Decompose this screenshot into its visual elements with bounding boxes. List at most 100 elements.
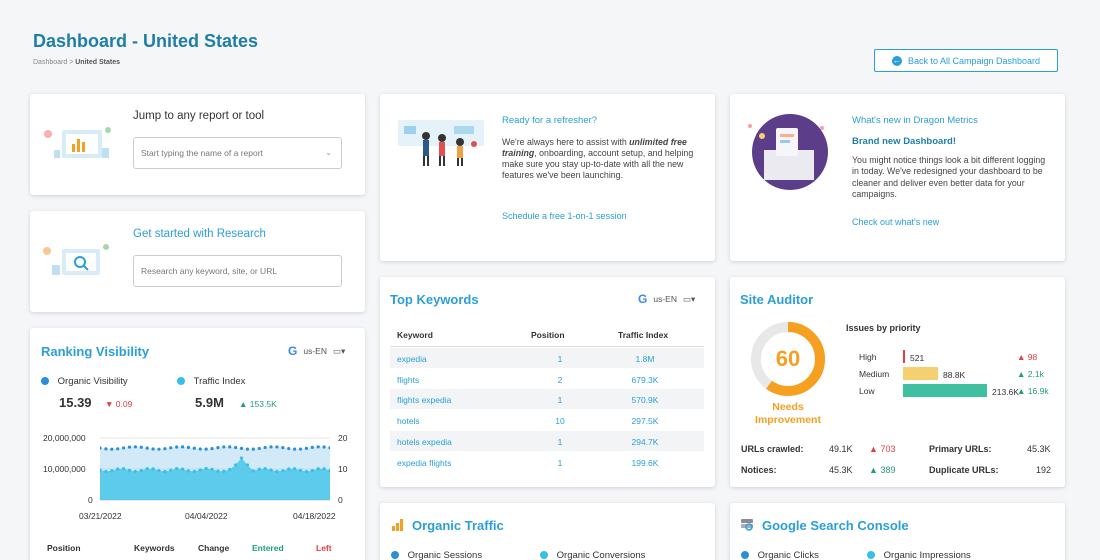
issue-label: Low	[859, 386, 875, 396]
series-point	[180, 467, 185, 471]
up-arrow-icon: ▲	[1017, 386, 1026, 396]
series-point	[322, 467, 326, 471]
table-row[interactable]: expedia flights 1 199.6K	[390, 452, 704, 472]
col-position[interactable]: Position	[47, 543, 81, 553]
whats-new-body: You might notice things look a bit diffe…	[852, 155, 1046, 199]
series-point	[192, 446, 196, 450]
table-row[interactable]: flights 2 679.3K	[390, 369, 704, 389]
series-point	[198, 468, 202, 472]
conversions-dot-icon	[540, 551, 548, 560]
jump-title: Jump to any report or tool	[133, 110, 265, 122]
keyword-link[interactable]: hotels	[397, 416, 420, 426]
series-point	[275, 469, 279, 474]
research-input[interactable]: Research any keyword, site, or URL	[133, 255, 342, 287]
legend-traffic[interactable]: Traffic Index	[177, 376, 245, 387]
legend-organic-sessions[interactable]: Organic Sessions	[391, 550, 482, 560]
series-point	[275, 445, 279, 449]
breadcrumb: Dashboard > United States	[33, 59, 120, 66]
table-row[interactable]: flights expedia 1 570.9K	[390, 389, 704, 410]
table-row[interactable]: hotels expedia 1 294.7K	[390, 430, 704, 451]
schedule-session-link[interactable]: Schedule a free 1-on-1 session	[502, 211, 627, 221]
organic-value: 15.39	[59, 395, 92, 410]
clicks-dot-icon	[741, 551, 749, 560]
keyword-link[interactable]: expedia	[397, 354, 427, 364]
series-point	[281, 469, 285, 473]
arrow-left-icon: ←	[891, 55, 902, 66]
keyword-link[interactable]: flights	[397, 375, 419, 385]
research-title: Get started with Research	[133, 228, 266, 240]
up-arrow-icon: ▲	[1017, 369, 1026, 379]
report-illustration-icon	[44, 127, 111, 158]
down-arrow-icon: ▼	[105, 399, 114, 409]
y-right-tick: 20	[338, 433, 348, 443]
whats-new-link[interactable]: Check out what's new	[852, 217, 939, 227]
breadcrumb-separator: >	[69, 59, 74, 66]
issue-label: High	[859, 352, 877, 362]
gsc-card: Google Search Console Organic Clicks Org…	[730, 503, 1065, 560]
series-point	[293, 467, 297, 471]
series-point	[245, 463, 250, 467]
series-point	[210, 467, 214, 471]
series-point	[145, 446, 149, 450]
legend-organic-clicks[interactable]: Organic Clicks	[741, 550, 819, 560]
notices-change: ▲ 389	[869, 465, 896, 475]
keyword-link[interactable]: flights expedia	[397, 395, 451, 405]
table-row[interactable]: expedia 1 1.8M	[390, 348, 704, 368]
legend-organic[interactable]: Organic Visibility	[41, 376, 128, 387]
duplicate-urls-value: 192	[1036, 465, 1052, 475]
table-row[interactable]: hotels 10 297.5K	[390, 410, 704, 430]
series-point	[180, 445, 185, 449]
device-dropdown-icon: ▭▾	[332, 345, 346, 356]
series-point	[151, 467, 155, 471]
series-point	[175, 467, 179, 471]
series-point	[263, 466, 267, 471]
issue-change: ▲ 98	[1017, 352, 1038, 362]
col-change[interactable]: Change	[198, 543, 229, 553]
series-point	[263, 445, 267, 450]
series-point	[245, 447, 250, 451]
traffic-value: 5.9M	[195, 395, 224, 410]
keyword-traffic: 294.7K	[631, 436, 659, 447]
series-point	[222, 469, 226, 473]
up-arrow-icon: ▲	[239, 399, 248, 409]
keyword-position: 1	[557, 395, 563, 406]
col-left[interactable]: Left	[316, 543, 332, 553]
col-entered[interactable]: Entered	[252, 543, 284, 553]
site-auditor-title: Site Auditor	[740, 292, 814, 307]
series-point	[310, 468, 314, 473]
keyword-position: 2	[557, 374, 563, 385]
keyword-position: 1	[557, 354, 563, 364]
col-position[interactable]: Position	[531, 330, 565, 340]
issue-count: 521	[910, 353, 925, 363]
back-to-campaign-button[interactable]: ← Back to All Campaign Dashboard	[874, 49, 1058, 72]
series-point	[133, 469, 137, 474]
keyword-traffic: 1.8M	[635, 354, 655, 364]
col-keyword[interactable]: Keyword	[397, 330, 433, 340]
series-point	[228, 445, 232, 449]
urls-crawled-label: URLs crawled:	[741, 444, 804, 454]
series-point	[216, 469, 220, 473]
keyword-link[interactable]: expedia flights	[397, 458, 451, 468]
site-auditor-card: Site Auditor 60 Needs Improvement Issues…	[730, 277, 1065, 487]
issue-bar	[903, 350, 905, 363]
chevron-down-icon: ⌄	[325, 148, 332, 157]
series-point	[316, 445, 320, 449]
col-traffic-index[interactable]: Traffic Index	[618, 330, 668, 340]
series-point	[110, 469, 114, 473]
organic-traffic-card: Organic Traffic Organic Sessions Organic…	[380, 503, 715, 560]
keyword-link[interactable]: hotels expedia	[397, 437, 452, 447]
breadcrumb-root[interactable]: Dashboard	[33, 59, 67, 66]
series-point	[186, 445, 191, 449]
impressions-dot-icon	[867, 551, 875, 560]
locale-selector[interactable]: G us-EN ▭▾	[638, 292, 695, 306]
report-search-select[interactable]: Start typing the name of a report ⌄	[133, 137, 342, 169]
series-point	[192, 469, 196, 473]
refresher-title: Ready for a refresher?	[502, 115, 598, 126]
col-keywords[interactable]: Keywords	[134, 543, 175, 553]
legend-organic-conversions[interactable]: Organic Conversions	[540, 550, 645, 560]
series-point	[298, 468, 303, 472]
up-arrow-icon: ▲	[1017, 352, 1026, 362]
locale-selector[interactable]: G us-EN ▭▾	[288, 344, 345, 358]
legend-organic-impressions[interactable]: Organic Impressions	[867, 550, 971, 560]
sessions-dot-icon	[391, 551, 399, 560]
